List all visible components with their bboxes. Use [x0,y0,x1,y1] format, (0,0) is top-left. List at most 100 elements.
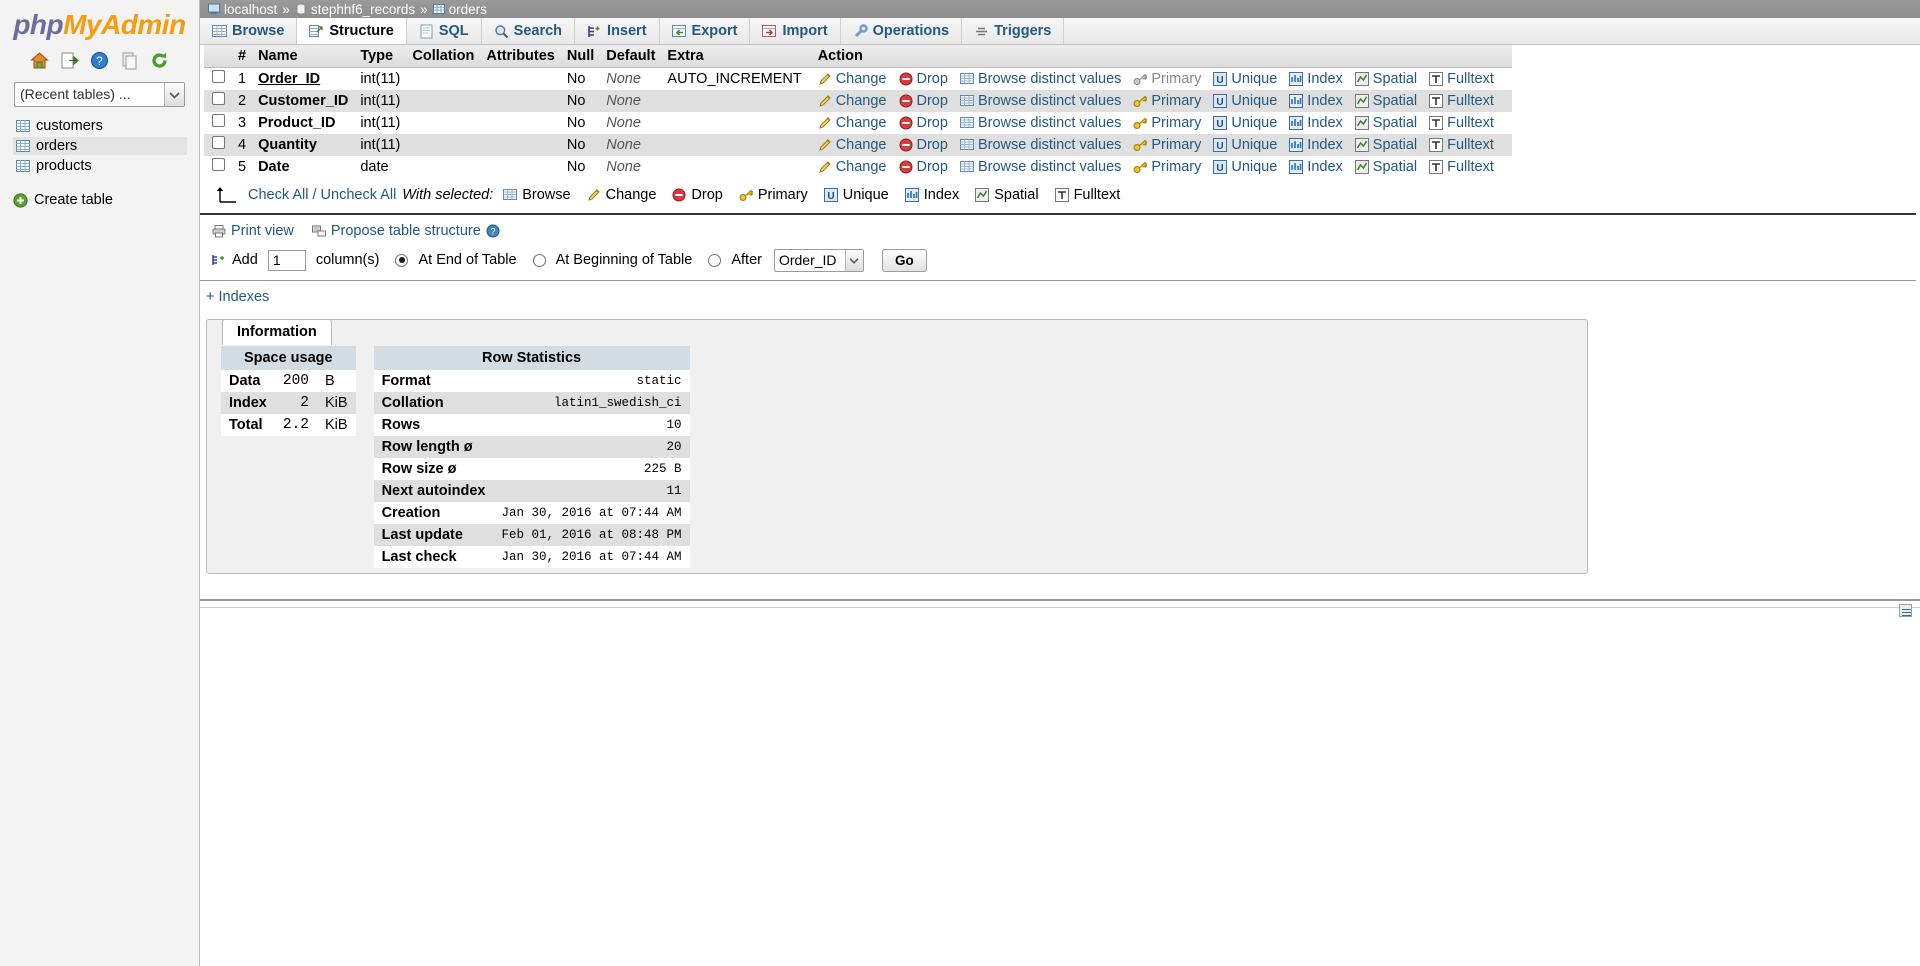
print-view-label[interactable]: Print view [231,223,294,239]
tab-export[interactable]: Export [660,18,751,44]
primary-link[interactable]: Primary [1133,93,1201,109]
tab-import[interactable]: Import [750,18,841,44]
breadcrumb-database[interactable]: stephhf6_records [295,2,415,17]
create-table-button[interactable]: Create table [0,192,199,208]
fulltext-link[interactable]: Fulltext [1429,115,1494,131]
tab-structure[interactable]: Structure [297,18,407,44]
after-column-select[interactable]: Order_ID [773,248,864,272]
reload-icon[interactable] [150,51,169,70]
fulltext-link[interactable]: Fulltext [1429,71,1494,87]
with-selected-fulltext[interactable]: Fulltext [1054,187,1120,203]
browse-distinct-link[interactable]: Browse distinct values [959,93,1121,109]
check-all-link[interactable]: Check All / Uncheck All [248,187,396,203]
logout-icon[interactable] [60,51,79,70]
unique-link[interactable]: U Unique [1213,71,1277,87]
tab-search[interactable]: Search [482,18,576,44]
tab-triggers[interactable]: Triggers [962,18,1065,44]
with-selected-change[interactable]: Change [587,187,656,203]
unique-link[interactable]: U Unique [1213,159,1277,175]
tab-sql[interactable]: SQL [407,18,482,44]
sql-icon [419,24,434,39]
add-column-count-input[interactable] [267,249,306,271]
breadcrumb-table[interactable]: orders [432,2,487,17]
change-link[interactable]: Change [818,93,887,109]
row-checkbox-cell[interactable] [204,89,232,112]
drop-link[interactable]: Drop [899,115,948,131]
drop-link[interactable]: Drop [899,93,948,109]
row-checkbox[interactable] [211,114,225,127]
action-label: Index [1307,136,1343,153]
spatial-link[interactable]: Spatial [1354,159,1417,175]
radio-after-column[interactable] [708,253,722,267]
recent-tables-select[interactable]: (Recent tables) ... [14,82,185,107]
sidebar-item-products[interactable]: products [13,157,187,175]
primary-link[interactable]: Primary [1133,159,1201,175]
row-checkbox[interactable] [211,70,225,84]
resize-console-handle[interactable] [1899,604,1912,617]
help-icon[interactable]: ? [486,224,500,238]
sidebar-item-customers[interactable]: customers [13,117,187,135]
propose-structure-label[interactable]: Propose table structure [331,223,481,239]
drop-link[interactable]: Drop [899,159,948,175]
go-button[interactable]: Go [881,248,927,272]
change-link[interactable]: Change [818,71,887,87]
row-checkbox-cell[interactable] [204,155,232,178]
change-link[interactable]: Change [818,137,887,153]
row-checkbox[interactable] [211,92,225,105]
with-selected-browse[interactable]: Browse [503,187,571,203]
print-view-link[interactable]: Print view [212,223,294,239]
propose-structure-link[interactable]: Propose table structure ? [311,223,500,239]
phpmyadmin-logo[interactable]: phpMyAdmin [0,0,199,45]
tab-insert[interactable]: Insert [575,18,660,44]
index-link[interactable]: Index [1289,71,1343,87]
drop-link[interactable]: Drop [899,71,948,87]
with-selected-spatial[interactable]: Spatial [975,187,1039,203]
drop-link[interactable]: Drop [899,137,948,153]
indexes-toggle-label[interactable]: + Indexes [206,289,269,305]
home-icon[interactable] [30,51,49,70]
tab-operations[interactable]: Operations [841,18,963,44]
with-selected-primary[interactable]: Primary [739,187,808,203]
index-link[interactable]: Index [1289,136,1343,153]
row-checkbox-cell[interactable] [204,111,232,134]
index-link[interactable]: Index [1289,93,1343,109]
radio-at-beginning-of-table[interactable] [532,253,546,267]
spatial-link[interactable]: Spatial [1354,115,1417,131]
spatial-link[interactable]: Spatial [1354,71,1417,87]
index-link[interactable]: Index [1289,115,1343,131]
unique-link[interactable]: U Unique [1213,115,1277,131]
radio-at-end-of-table[interactable] [395,253,409,267]
action-label: Change [835,158,887,175]
change-link[interactable]: Change [818,115,887,131]
fulltext-link[interactable]: Fulltext [1429,159,1494,175]
indexes-toggle[interactable]: + Indexes [200,281,1920,305]
row-checkbox[interactable] [211,158,225,171]
tab-information[interactable]: Information [222,318,332,345]
row-checkbox-cell[interactable] [204,133,232,156]
unique-link[interactable]: U Unique [1213,93,1277,109]
row-checkbox[interactable] [211,136,225,149]
with-selected-unique[interactable]: U Unique [823,187,889,203]
spatial-link[interactable]: Spatial [1354,93,1417,109]
with-selected-index[interactable]: Index [904,187,959,203]
primary-link[interactable]: Primary [1133,137,1201,153]
change-link[interactable]: Change [818,159,887,175]
breadcrumb-server[interactable]: localhost [208,2,277,17]
tab-browse[interactable]: Browse [200,18,298,44]
browse-distinct-link[interactable]: Browse distinct values [959,159,1121,175]
browse-distinct-link[interactable]: Browse distinct values [959,137,1121,153]
row-checkbox-cell[interactable] [204,67,232,90]
browse-distinct-link[interactable]: Browse distinct values [959,115,1121,131]
index-link[interactable]: Index [1289,159,1343,175]
unique-link[interactable]: U Unique [1213,137,1277,153]
action-label: Change [835,114,887,131]
with-selected-drop[interactable]: Drop [672,187,723,203]
primary-link[interactable]: Primary [1133,115,1201,131]
fulltext-link[interactable]: Fulltext [1429,137,1494,153]
docs-icon[interactable] [120,51,139,70]
fulltext-link[interactable]: Fulltext [1429,93,1494,109]
help-icon[interactable]: ? [90,51,109,70]
browse-distinct-link[interactable]: Browse distinct values [959,71,1121,87]
sidebar-item-orders[interactable]: orders [13,137,187,155]
spatial-link[interactable]: Spatial [1354,137,1417,153]
